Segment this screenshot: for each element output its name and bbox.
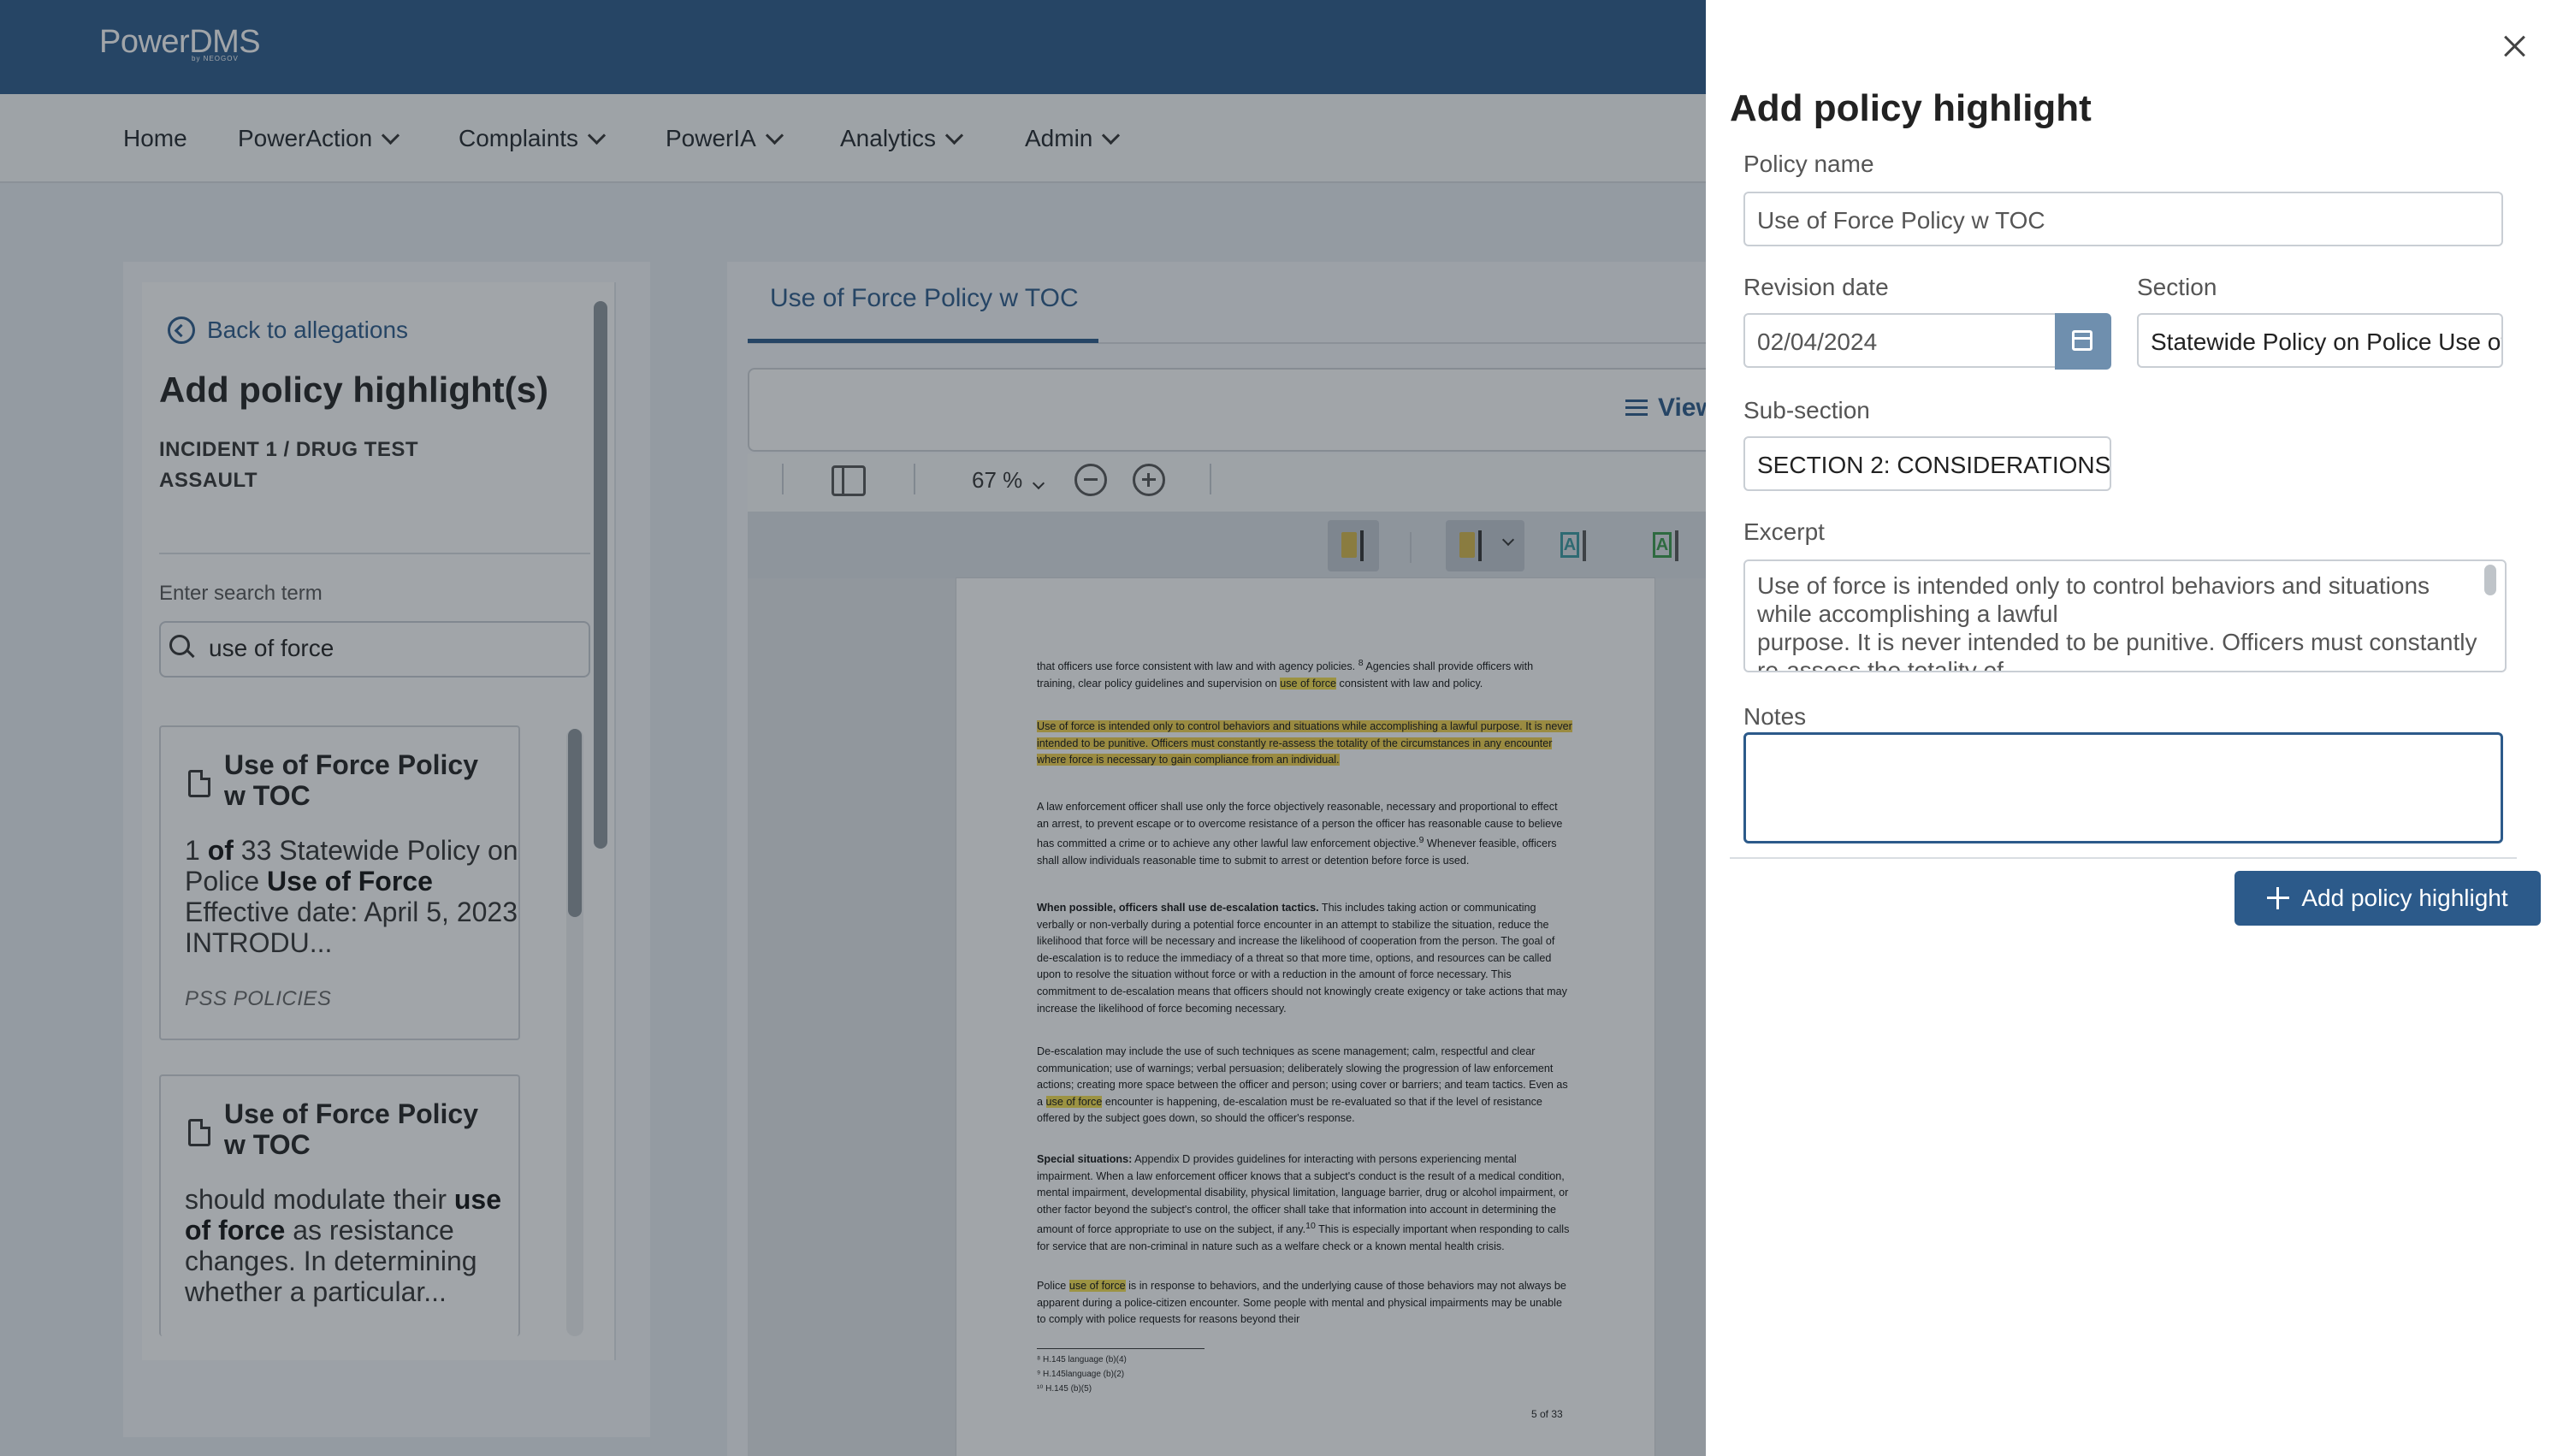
modal-backdrop[interactable] [0,0,1706,1456]
drawer-title: Add policy highlight [1730,87,2092,129]
sub-section-field[interactable]: SECTION 2: CONSIDERATIONS [1743,436,2111,491]
close-icon[interactable] [2503,34,2527,58]
submit-button-label: Add policy highlight [2301,885,2508,911]
excerpt-textarea[interactable]: Use of force is intended only to control… [1743,559,2507,672]
revision-date-field[interactable]: 02/04/2024 [1743,313,2057,368]
plus-icon [2267,887,2290,909]
calendar-icon [2072,330,2092,351]
section-field[interactable]: Statewide Policy on Police Use of Force [2137,313,2503,368]
excerpt-text: Use of force is intended only to control… [1757,572,2477,672]
policy-name-label: Policy name [1743,151,1874,177]
add-policy-highlight-button[interactable]: Add policy highlight [2234,871,2541,926]
excerpt-label: Excerpt [1743,518,1825,545]
section-label: Section [2137,274,2217,300]
divider [1730,857,2517,859]
notes-textarea[interactable] [1743,732,2503,843]
notes-label: Notes [1743,703,1807,730]
revision-date-label: Revision date [1743,274,1889,300]
excerpt-scrollbar[interactable] [2484,565,2496,595]
policy-name-field[interactable]: Use of Force Policy w TOC [1743,192,2503,246]
sub-section-label: Sub-section [1743,397,1870,423]
